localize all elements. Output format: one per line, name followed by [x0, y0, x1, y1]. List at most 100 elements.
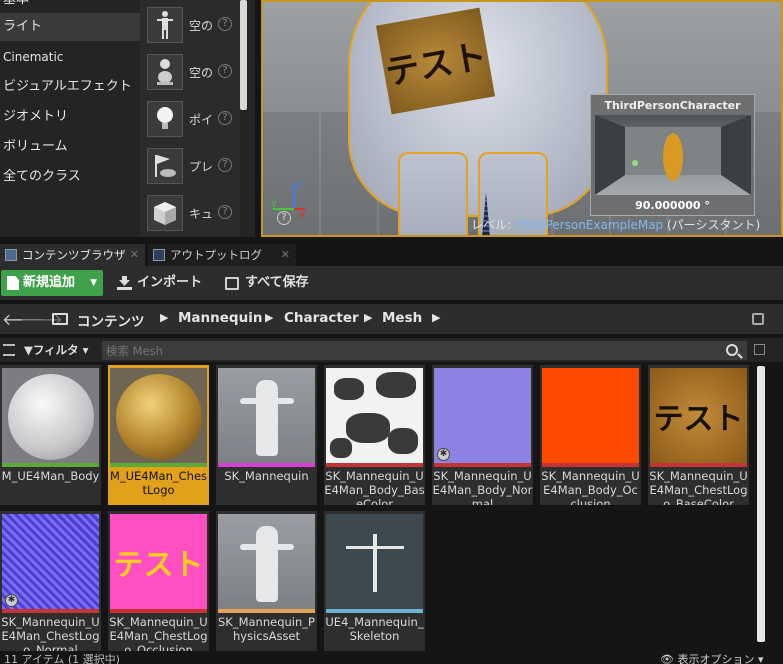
filter-button[interactable]: ▼フィルタ ▾ — [24, 342, 88, 358]
filter-icon: ▼ — [24, 343, 33, 357]
tab-content-browser[interactable]: コンテンツブラウザ ✕ — [0, 244, 145, 266]
asset-tile[interactable]: ✱ SK_Mannequin_UE4Man_Body_Normal — [432, 365, 533, 505]
asset-type-bar — [326, 463, 423, 467]
level-map-name: ThirdPersonExampleMap — [514, 218, 664, 232]
help-icon[interactable]: ? — [218, 64, 232, 78]
asset-tile[interactable]: SK_Mannequin_UE4Man_Body_BaseColor — [324, 365, 425, 505]
asset-type-bar — [110, 609, 207, 613]
asset-thumbnail: ✱ — [2, 514, 99, 609]
category-cinematic[interactable]: Cinematic — [0, 43, 140, 71]
actor-label: 空の — [189, 66, 214, 80]
point-light-icon — [147, 101, 183, 137]
save-icon — [225, 277, 239, 290]
close-icon[interactable]: ✕ — [130, 244, 139, 266]
import-button[interactable]: インポート — [117, 270, 202, 296]
sources-toggle-icon[interactable] — [3, 344, 15, 356]
asset-tile[interactable]: M_UE4Man_Body — [0, 365, 101, 505]
lock-icon[interactable] — [752, 313, 764, 325]
asset-name: SK_Mannequin_UE4Man_Body_Occlusion — [541, 469, 640, 505]
level-suffix: (パーシスタント) — [663, 218, 761, 232]
asset-name: M_UE4Man_Body — [1, 469, 100, 483]
breadcrumb-item[interactable]: Mesh — [382, 310, 422, 326]
tab-label: アウトプットログ — [170, 248, 262, 262]
level-viewport[interactable]: テスト Z X Y ? ThirdPersonCharacter 90.0000… — [261, 0, 783, 237]
asset-thumbnail — [218, 368, 315, 463]
view-options-button[interactable]: 👁 表示オプション ▾ — [660, 651, 764, 664]
asset-thumbnail — [110, 368, 207, 463]
asset-name: SK_Mannequin_UE4Man_ChestLogo_Occlusion — [109, 615, 208, 651]
asset-tile[interactable]: SK_Mannequin — [216, 365, 317, 505]
star-icon: ✱ — [5, 594, 18, 607]
filter-bar: ▼フィルタ ▾ — [0, 338, 783, 362]
actor-item[interactable]: プレ ? — [140, 146, 240, 186]
import-icon — [117, 276, 132, 290]
breadcrumb-item[interactable]: コンテンツ — [77, 310, 145, 330]
actor-item[interactable]: 空の ? — [140, 52, 240, 92]
category-lights[interactable]: ライト — [0, 13, 140, 41]
actor-item[interactable]: ポイ ? — [140, 99, 240, 139]
asset-tile[interactable]: テスト SK_Mannequin_UE4Man_ChestLogo_BaseCol… — [648, 365, 749, 505]
asset-scrollbar[interactable] — [757, 366, 765, 642]
material-sphere — [116, 374, 202, 460]
viewport-help-icon[interactable]: ? — [277, 211, 291, 225]
filter-label: フィルタ — [32, 343, 79, 357]
level-prefix: レベル: — [471, 218, 515, 232]
actor-label: キュ — [189, 207, 214, 221]
category-list: 基本 ライト Cinematic ビジュアルエフェクト ジオメトリ ボリューム … — [0, 0, 140, 237]
asset-name: UE4_Mannequin_Skeleton — [325, 615, 424, 643]
category-geometry[interactable]: ジオメトリ — [0, 103, 140, 131]
gizmo-y-label: Y — [270, 200, 277, 210]
asset-tile[interactable]: テスト SK_Mannequin_UE4Man_ChestLogo_Occlusi… — [108, 511, 209, 651]
category-volumes[interactable]: ボリューム — [0, 133, 140, 161]
chest-logo-decal: テスト — [375, 7, 496, 115]
asset-type-bar — [2, 463, 99, 467]
save-all-button[interactable]: すべて保存 — [225, 270, 309, 296]
asset-type-bar — [542, 463, 639, 467]
category-basic[interactable]: 基本 — [0, 0, 140, 14]
chevron-right-icon[interactable]: ▶ — [364, 311, 372, 324]
category-visual-effects[interactable]: ビジュアルエフェクト — [0, 73, 140, 101]
asset-tile[interactable]: UE4_Mannequin_Skeleton — [324, 511, 425, 651]
asset-thumbnail: テスト — [110, 514, 207, 609]
asset-tile[interactable]: ✱ SK_Mannequin_UE4Man_ChestLogo_Normal — [0, 511, 101, 651]
pawn-icon — [147, 54, 183, 90]
tab-output-log[interactable]: アウトプットログ ✕ — [148, 244, 296, 266]
panel-scrollbar[interactable] — [240, 0, 247, 110]
texture-blot — [388, 428, 418, 454]
category-all-classes[interactable]: 全てのクラス — [0, 163, 140, 191]
help-icon[interactable]: ? — [218, 205, 232, 219]
folder-icon[interactable] — [52, 313, 68, 325]
search-input[interactable] — [106, 341, 716, 360]
add-new-label: 新規追加 — [23, 275, 76, 290]
cube-icon — [147, 195, 183, 231]
help-icon[interactable]: ? — [218, 111, 232, 125]
chevron-right-icon[interactable]: ▶ — [160, 311, 168, 324]
close-icon[interactable]: ✕ — [281, 244, 290, 266]
help-icon[interactable]: ? — [218, 17, 232, 31]
asset-tile[interactable]: SK_Mannequin_UE4Man_Body_Occlusion — [540, 365, 641, 505]
chevron-right-icon[interactable]: ▶ — [265, 311, 273, 324]
asset-type-bar — [218, 463, 315, 467]
help-icon[interactable]: ? — [218, 158, 232, 172]
skeleton-spine — [373, 534, 377, 592]
breadcrumb-item[interactable]: Character — [284, 310, 359, 326]
save-search-icon[interactable] — [754, 344, 765, 355]
actor-label: ポイ — [189, 113, 214, 127]
ue4-editor: 基本 ライト Cinematic ビジュアルエフェクト ジオメトリ ボリューム … — [0, 0, 783, 664]
level-indicator: レベル: ThirdPersonExampleMap (パーシスタント) — [471, 216, 760, 233]
chevron-right-icon[interactable]: ▶ — [432, 311, 440, 324]
texture-blot — [330, 438, 352, 458]
asset-tile[interactable]: M_UE4Man_ChestLogo — [108, 365, 209, 505]
gizmo-x-label: X — [299, 211, 305, 218]
asset-type-bar — [434, 463, 531, 467]
save-all-label: すべて保存 — [245, 275, 309, 290]
search-icon[interactable] — [726, 344, 738, 356]
actor-label: プレ — [189, 160, 214, 174]
search-box[interactable] — [102, 341, 747, 360]
actor-item[interactable]: キュ ? — [140, 193, 240, 233]
breadcrumb-item[interactable]: Mannequin — [178, 310, 262, 326]
material-sphere — [8, 374, 94, 460]
asset-tile[interactable]: SK_Mannequin_PhysicsAsset — [216, 511, 317, 651]
actor-item[interactable]: 空の ? — [140, 5, 240, 45]
add-new-button[interactable]: 新規追加 ▼ — [1, 270, 103, 296]
